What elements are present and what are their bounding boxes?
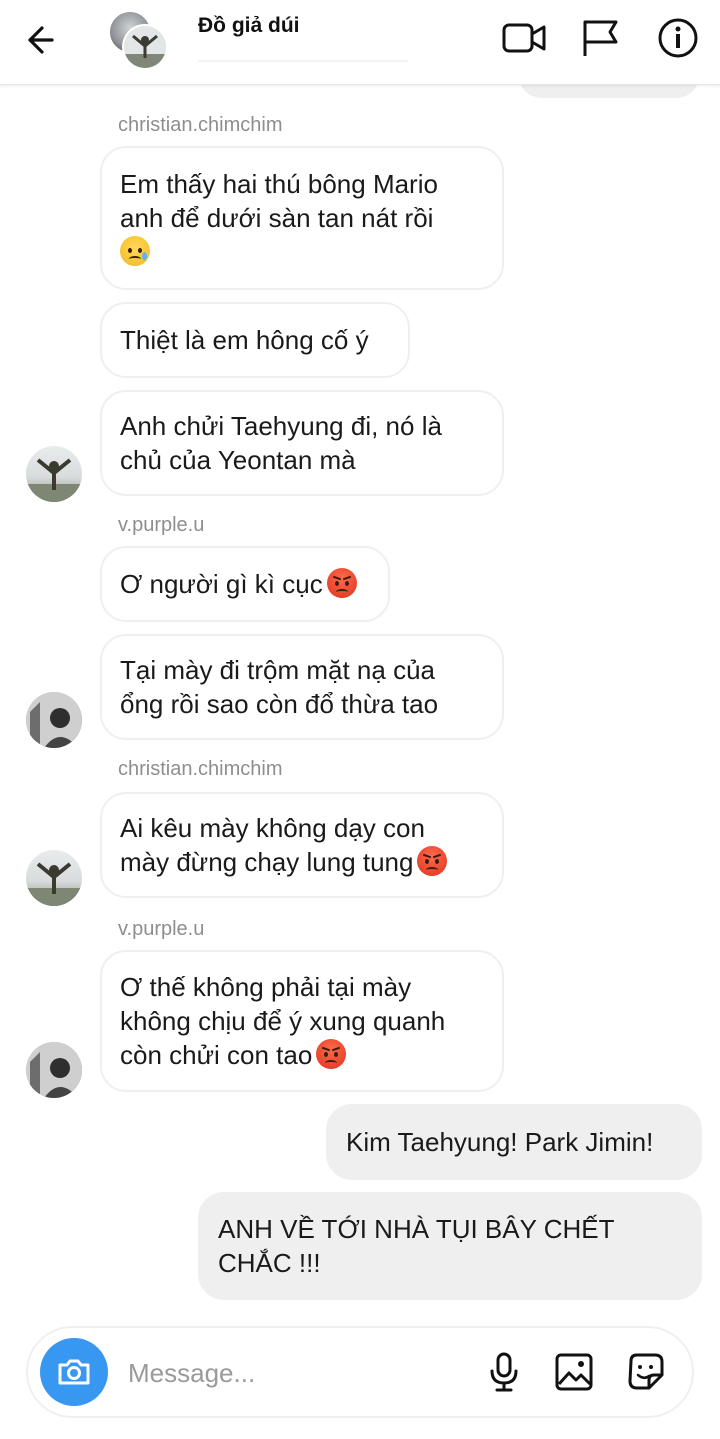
angry-face-emoji — [326, 568, 357, 598]
message-line: Thiệt là em hông cố ý — [120, 325, 369, 355]
avatar-christian-chimchim[interactable] — [26, 850, 82, 906]
message-bubble[interactable]: Tại mày đi trộm mặt nạ của ổng rồi sao c… — [100, 634, 504, 740]
group-avatar[interactable] — [108, 10, 170, 70]
message-bubble[interactable]: Ai kêu mày không dạy con mày đừng chạy l… — [100, 792, 504, 898]
flag-icon[interactable] — [576, 16, 624, 60]
group-avatar-front — [122, 24, 168, 70]
message-bubble[interactable]: Thiệt là em hông cố ý — [100, 302, 410, 378]
emoji-line — [120, 235, 484, 269]
message-composer — [26, 1326, 694, 1418]
message-line: Em thấy hai thú bông Mario — [120, 169, 438, 199]
message-bubble[interactable]: Ơ người gì kì cục — [100, 546, 390, 622]
sticker-icon[interactable] — [622, 1348, 670, 1396]
outgoing-message-bubble[interactable]: Kim Taehyung! Park Jimin! — [326, 1104, 702, 1180]
sender-name: v.purple.u — [118, 918, 205, 940]
avatar-v-purple-u[interactable] — [26, 692, 82, 748]
angry-face-emoji — [316, 1039, 347, 1069]
message-text: mày đừng chạy lung tung — [120, 847, 414, 877]
video-call-icon[interactable] — [500, 16, 548, 60]
message-text: Ơ người gì kì cục — [120, 569, 323, 599]
message-line: ANH VỀ TỚI NHÀ TỤI BÂY CHẾT — [218, 1214, 615, 1244]
sender-name: christian.chimchim — [118, 114, 283, 136]
message-line: Kim Taehyung! Park Jimin! — [346, 1127, 654, 1157]
message-line: Tại mày đi trộm mặt nạ của — [120, 655, 435, 685]
message-line: Anh chửi Taehyung đi, nó là — [120, 411, 442, 441]
message-line: mày đừng chạy lung tung — [120, 845, 484, 879]
message-line: Ơ người gì kì cục — [120, 567, 370, 601]
angry-face-emoji — [417, 846, 448, 876]
message-bubble[interactable]: Em thấy hai thú bông Mario anh để dưới s… — [100, 146, 504, 290]
message-bubble[interactable]: Anh chửi Taehyung đi, nó là chủ của Yeon… — [100, 390, 504, 496]
chat-subtitle-faded — [198, 60, 408, 62]
message-line: anh để dưới sàn tan nát rồi — [120, 203, 434, 233]
sender-name: v.purple.u — [118, 514, 205, 536]
message-line: Ơ thế không phải tại mày — [120, 972, 412, 1002]
message-text: còn chửi con tao — [120, 1040, 313, 1070]
message-line: ổng rồi sao còn đổ thừa tao — [120, 689, 439, 719]
message-input[interactable] — [126, 1350, 460, 1396]
chat-header: Đồ giả dúi — [0, 0, 720, 85]
crying-smile-emoji — [120, 236, 150, 266]
message-line: Ai kêu mày không dạy con — [120, 813, 425, 843]
message-line: không chịu để ý xung quanh — [120, 1006, 446, 1036]
microphone-icon[interactable] — [480, 1348, 528, 1396]
message-line: còn chửi con tao — [120, 1038, 484, 1072]
sender-name: christian.chimchim — [118, 758, 283, 780]
message-bubble[interactable]: Ơ thế không phải tại mày không chịu để ý… — [100, 950, 504, 1092]
gallery-icon[interactable] — [550, 1348, 598, 1396]
outgoing-message-bubble[interactable]: ANH VỀ TỚI NHÀ TỤI BÂY CHẾT CHẮC !!! — [198, 1192, 702, 1300]
avatar-v-purple-u[interactable] — [26, 1042, 82, 1098]
message-line: chủ của Yeontan mà — [120, 445, 356, 475]
back-arrow-icon[interactable] — [22, 20, 66, 60]
message-line: CHẮC !!! — [218, 1248, 321, 1278]
avatar-christian-chimchim[interactable] — [26, 446, 82, 502]
camera-icon[interactable] — [40, 1338, 108, 1406]
info-icon[interactable] — [654, 16, 702, 60]
chat-title[interactable]: Đồ giả dúi — [198, 14, 300, 38]
